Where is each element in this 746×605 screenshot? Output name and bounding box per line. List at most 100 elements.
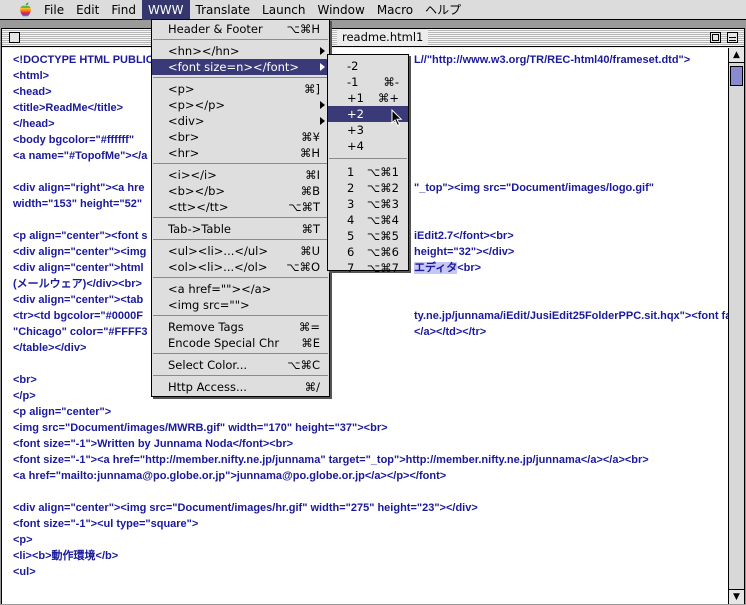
menu-item-label: 7	[347, 261, 355, 275]
code-line: width="153" height="52"	[13, 198, 143, 210]
submenu-arrow-icon	[320, 63, 325, 71]
www-menu-item[interactable]: <font size=n></font>	[152, 59, 329, 75]
www-menu-item[interactable]: Header & Footer ⌥⌘H	[152, 21, 329, 37]
menu-item-label: 1	[347, 165, 355, 179]
menu-find[interactable]: Find	[105, 0, 142, 20]
scroll-thumb[interactable]	[730, 66, 743, 86]
code-line: <p align="center">	[13, 406, 112, 418]
menu-separator	[329, 158, 407, 159]
font-size-menu-item[interactable]: -1 ⌘-	[328, 74, 408, 90]
www-menu-item[interactable]: <img src="">	[152, 297, 329, 313]
menu-window[interactable]: Window	[312, 0, 371, 20]
www-menu-item[interactable]: <b></b> ⌘B	[152, 183, 329, 199]
apple-icon[interactable]	[12, 0, 38, 20]
menu-item-shortcut: ⌘/	[304, 380, 320, 394]
code-line: <div align="center"><tab	[13, 294, 144, 306]
zoom-box-icon[interactable]	[710, 32, 721, 43]
menu-macro[interactable]: Macro	[371, 0, 419, 20]
www-menu-item[interactable]: <tt></tt> ⌥⌘T	[152, 199, 329, 215]
code-line: <div align="center"><img	[13, 246, 147, 258]
close-box-icon[interactable]	[9, 32, 20, 43]
font-size-menu-item[interactable]: 7 ⌥⌘7	[328, 260, 408, 276]
font-size-menu-item[interactable]: 6 ⌥⌘6	[328, 244, 408, 260]
www-menu-item[interactable]: Select Color... ⌥⌘C	[152, 357, 329, 373]
menu-item-label: 5	[347, 229, 355, 243]
menu-item-label: 4	[347, 213, 355, 227]
code-line: <font size="-1">Written by Junnama Noda<…	[13, 438, 294, 450]
menu-item-shortcut: ⌘]	[304, 82, 320, 96]
font-size-menu-item[interactable]: +4	[328, 138, 408, 154]
font-size-menu-item[interactable]: +1 ⌘+	[328, 90, 408, 106]
www-menu-item[interactable]: <div>	[152, 113, 329, 129]
scroll-up-icon[interactable]: ▲	[729, 48, 744, 63]
menu-item-label: <ul><li>...</ul>	[168, 244, 269, 258]
font-size-submenu: -2 -1 ⌘- +1 ⌘+ +2 +3 +4 1 ⌥⌘1 2 ⌥⌘2 3 ⌥⌘3 4 ⌥⌘4 5 ⌥⌘5 6 ⌥⌘6…	[327, 54, 409, 275]
code-line: <div align="right"><a hre	[13, 182, 145, 194]
menu-item-shortcut: ⌘=	[298, 320, 320, 334]
collapse-box-icon[interactable]	[727, 32, 738, 43]
www-menu-item[interactable]: <ul><li>...</ul> ⌘U	[152, 243, 329, 259]
www-menu-item[interactable]: <br> ⌘¥	[152, 129, 329, 145]
menu-item-label: <font size=n></font>	[168, 60, 300, 74]
vertical-scrollbar[interactable]: ▲ ▼	[728, 48, 744, 604]
menu-item-shortcut: ⌘-	[383, 75, 399, 89]
menu-item-label: <p>	[168, 82, 195, 96]
www-menu-item[interactable]: <hn></hn>	[152, 43, 329, 59]
code-line-fragment: "_top"><img src="Document/images/logo.gi…	[414, 182, 654, 194]
font-size-menu-item[interactable]: -2	[328, 58, 408, 74]
menu-item-shortcut: ⌘+	[377, 91, 399, 105]
www-menu-item[interactable]: Remove Tags ⌘=	[152, 319, 329, 335]
menu-launch[interactable]: Launch	[256, 0, 311, 20]
menu-item-label: 6	[347, 245, 355, 259]
menu-separator	[153, 353, 328, 354]
menu-edit[interactable]: Edit	[70, 0, 105, 20]
menu-item-label: -1	[347, 75, 359, 89]
menu-item-label: 3	[347, 197, 355, 211]
www-menu-item[interactable]: <a href=""></a>	[152, 281, 329, 297]
menu-item-shortcut: ⌥⌘4	[366, 213, 399, 227]
window-title: readme.html1	[337, 29, 429, 46]
menu-www[interactable]: WWW	[141, 0, 190, 20]
menu-item-shortcut: ⌘T	[301, 222, 320, 236]
www-menu-item[interactable]: Tab->Table ⌘T	[152, 221, 329, 237]
menu-item-shortcut: ⌘U	[300, 244, 320, 258]
www-menu-item[interactable]: Encode Special Chr ⌘E	[152, 335, 329, 351]
www-menu-item[interactable]: <p></p>	[152, 97, 329, 113]
code-line: <div align="center"><img src="Document/i…	[13, 502, 478, 514]
menu-help[interactable]: ヘルプ	[419, 0, 467, 20]
code-line: <font size="-1"><a href="http://member.n…	[13, 454, 649, 466]
code-line: </p>	[13, 390, 36, 402]
menu-item-shortcut: ⌥⌘1	[366, 165, 399, 179]
menu-translate[interactable]: Translate	[190, 0, 257, 20]
font-size-menu-item[interactable]: 3 ⌥⌘3	[328, 196, 408, 212]
code-line: <tr><td bgcolor="#0000F	[13, 310, 143, 322]
window-titlebar[interactable]: readme.html1	[2, 29, 744, 47]
menu-bar: File Edit Find WWW Translate Launch Wind…	[0, 0, 746, 20]
www-menu-item[interactable]: <p> ⌘]	[152, 81, 329, 97]
menu-item-shortcut: ⌥⌘3	[366, 197, 399, 211]
scroll-down-icon[interactable]: ▼	[729, 589, 744, 604]
www-menu-item[interactable]: <ol><li>...</ol> ⌥⌘O	[152, 259, 329, 275]
code-line: <body bgcolor="#ffffff"	[13, 134, 135, 146]
menu-item-shortcut: ⌘¥	[301, 130, 320, 144]
menu-item-label: 2	[347, 181, 355, 195]
font-size-menu-item[interactable]: 5 ⌥⌘5	[328, 228, 408, 244]
code-line: <a name="#TopofMe"></a	[13, 150, 148, 162]
code-line-fragment: エディタ<br>	[414, 262, 482, 274]
font-size-menu-item[interactable]: 2 ⌥⌘2	[328, 180, 408, 196]
menu-item-label: +1	[347, 91, 364, 105]
menu-item-shortcut: ⌥⌘2	[366, 181, 399, 195]
www-menu-item[interactable]: <i></i> ⌘I	[152, 167, 329, 183]
font-size-menu-item[interactable]: 4 ⌥⌘4	[328, 212, 408, 228]
www-menu-item[interactable]: Http Access... ⌘/	[152, 379, 329, 395]
menu-item-label: <hn></hn>	[168, 44, 240, 58]
menu-separator	[153, 239, 328, 240]
menu-item-label: <br>	[168, 130, 200, 144]
menu-item-label: Header & Footer	[168, 22, 263, 36]
menu-separator	[153, 77, 328, 78]
font-size-menu-item[interactable]: 1 ⌥⌘1	[328, 164, 408, 180]
code-line: <!DOCTYPE HTML PUBLIC	[13, 54, 154, 66]
menu-file[interactable]: File	[38, 0, 70, 20]
code-line: <p>	[13, 534, 33, 546]
www-menu-item[interactable]: <hr> ⌘H	[152, 145, 329, 161]
